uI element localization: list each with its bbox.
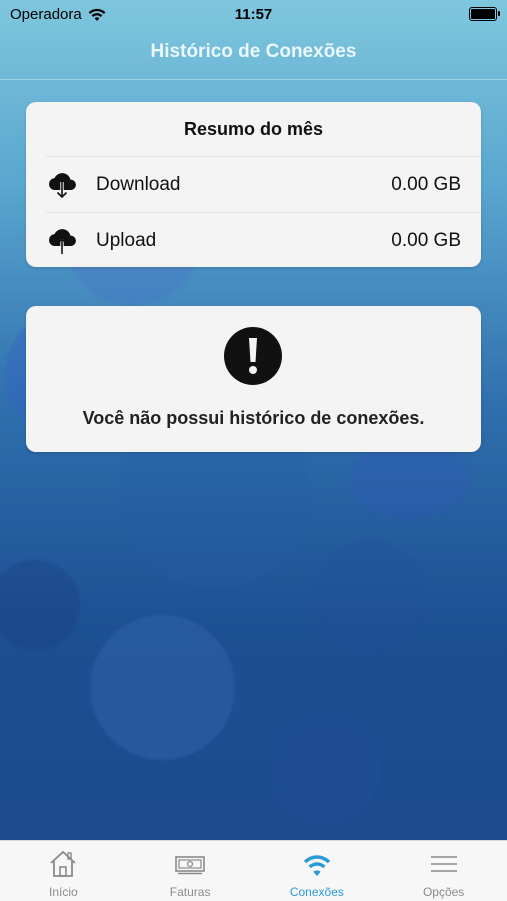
- invoice-icon: [175, 856, 205, 875]
- background-bokeh: [0, 560, 80, 650]
- upload-row: Upload 0.00 GB: [46, 212, 481, 268]
- tab-label: Conexões: [289, 885, 344, 899]
- download-label: Download: [96, 173, 181, 195]
- status-bar: Operadora 11:57: [0, 0, 507, 28]
- tab-opcoes[interactable]: Opções: [380, 841, 507, 901]
- tab-label: Faturas: [169, 885, 211, 899]
- tab-conexoes[interactable]: Conexões: [254, 841, 381, 901]
- cloud-upload-icon: [46, 225, 78, 257]
- download-row: Download 0.00 GB: [46, 156, 481, 212]
- cloud-download-icon: [46, 169, 78, 201]
- summary-card: Resumo do mês Download 0.00 GB Upload 0.…: [26, 102, 481, 267]
- background-bokeh: [270, 715, 380, 825]
- tab-bar: Início Faturas Conexões Opções: [0, 840, 507, 901]
- tab-label: Opções: [422, 885, 465, 899]
- background-bokeh: [90, 615, 235, 760]
- menu-icon: [430, 856, 457, 872]
- home-icon: [50, 850, 76, 877]
- summary-title: Resumo do mês: [183, 119, 324, 139]
- navigation-bar: Histórico de Conexões: [0, 28, 507, 80]
- download-value: 0.00 GB: [391, 173, 461, 195]
- empty-history-card: Você não possui histórico de conexões.: [26, 306, 481, 452]
- background-bokeh: [350, 440, 470, 520]
- background-bokeh: [315, 540, 425, 650]
- empty-history-message: Você não possui histórico de conexões.: [82, 408, 425, 428]
- tab-faturas[interactable]: Faturas: [127, 841, 254, 901]
- wifi-icon: [303, 855, 331, 876]
- battery-icon: [469, 7, 500, 21]
- upload-value: 0.00 GB: [391, 229, 461, 251]
- page-title: Histórico de Conexões: [150, 41, 357, 62]
- tab-label: Início: [49, 885, 78, 899]
- status-time: 11:57: [234, 6, 273, 23]
- upload-label: Upload: [96, 229, 157, 251]
- tab-inicio[interactable]: Início: [0, 841, 127, 901]
- exclamation-icon: [223, 326, 283, 386]
